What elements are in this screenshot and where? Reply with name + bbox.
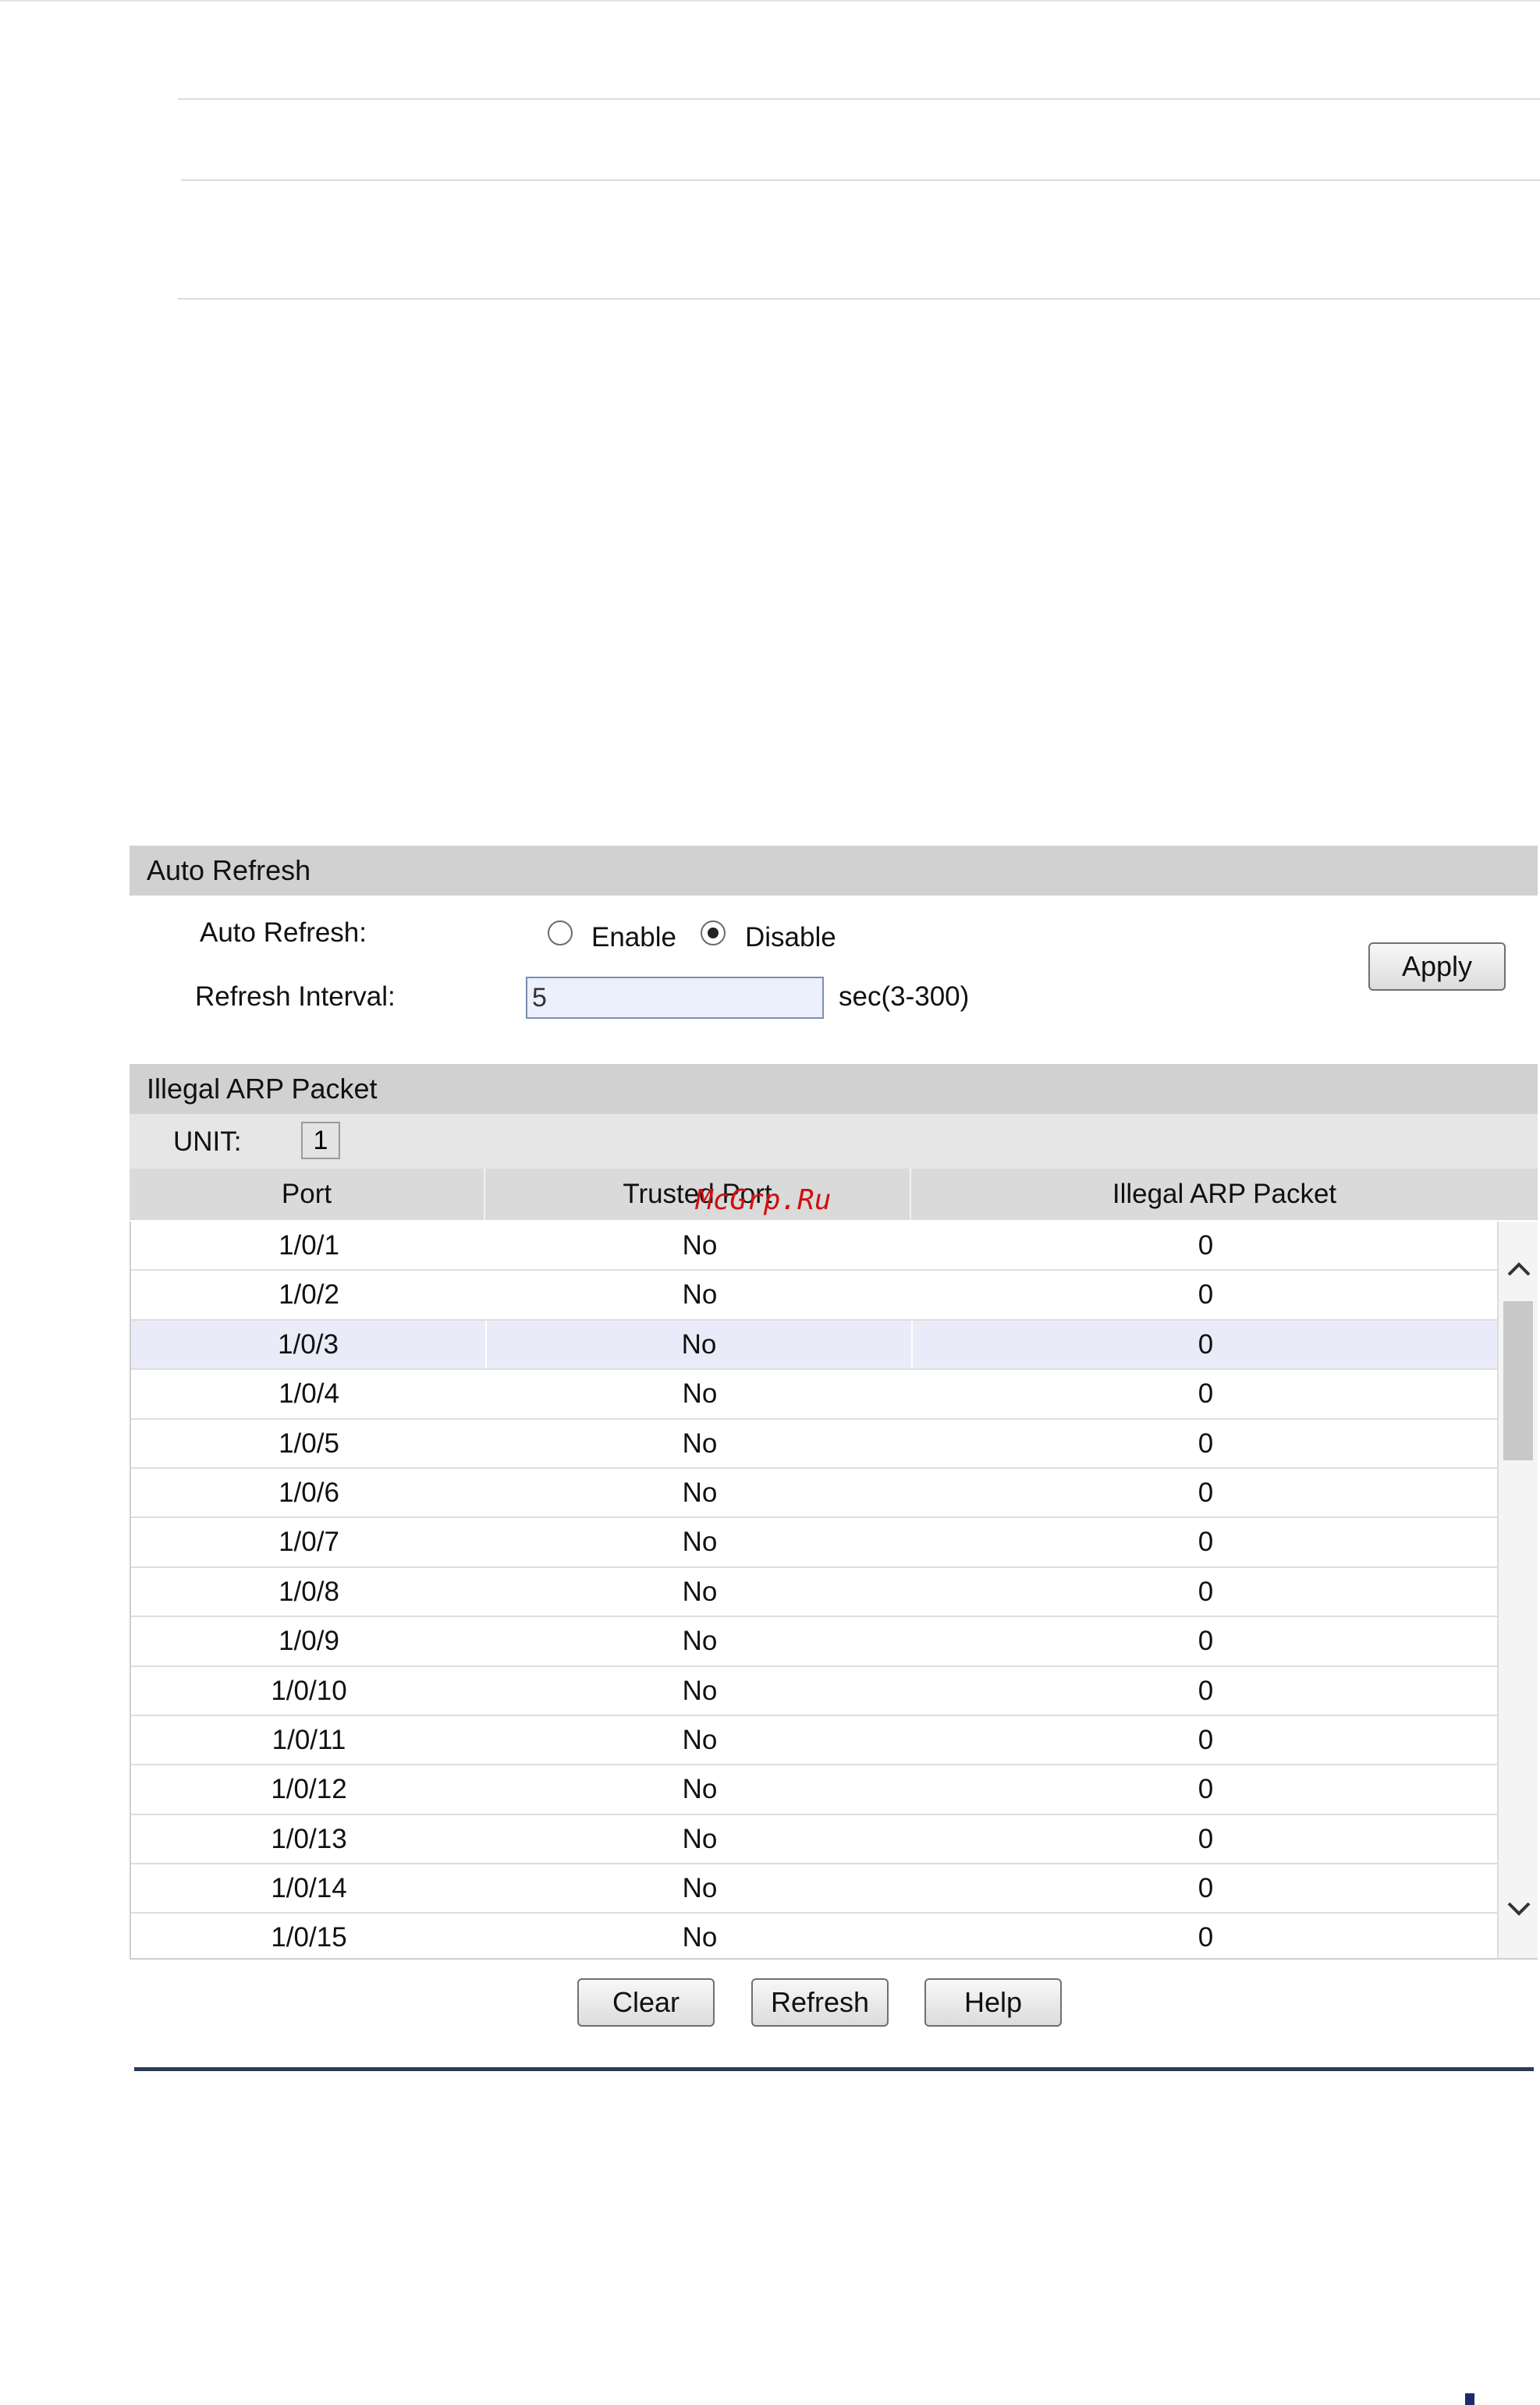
cell-illegal-arp-packet: 0 (1198, 1279, 1214, 1311)
cell-illegal-arp-packet: 0 (1198, 1328, 1214, 1360)
cell-illegal-arp-packet: 0 (1198, 1675, 1214, 1706)
cell-port: 1/0/13 (271, 1823, 347, 1854)
chevron-down-icon[interactable] (1505, 1894, 1533, 1922)
column-header-port[interactable]: Port (130, 1169, 485, 1220)
cell-port: 1/0/7 (279, 1527, 339, 1558)
refresh-interval-hint: sec(3-300) (839, 981, 970, 1012)
apply-button[interactable]: Apply (1368, 942, 1506, 991)
cell-illegal-arp-packet: 0 (1198, 1477, 1214, 1508)
enable-radio[interactable] (548, 920, 573, 945)
table-row[interactable]: 1/0/12 No 0 (131, 1765, 1538, 1815)
cell-port: 1/0/11 (271, 1724, 346, 1755)
cell-port: 1/0/15 (271, 1922, 347, 1953)
table-scrollbar[interactable] (1497, 1222, 1538, 1958)
cell-trusted-port: No (682, 1873, 718, 1904)
table-row[interactable]: 1/0/3 No 0 (131, 1320, 1538, 1371)
table-row[interactable]: 1/0/9 No 0 (131, 1617, 1538, 1667)
cell-trusted-port: No (682, 1527, 718, 1558)
illegal-arp-section-header: Illegal ARP Packet (130, 1064, 1538, 1114)
table-row[interactable]: 1/0/15 No 0 (131, 1914, 1538, 1958)
cell-illegal-arp-packet: 0 (1198, 1576, 1214, 1607)
scrollbar-thumb[interactable] (1503, 1301, 1533, 1460)
disable-radio-label[interactable]: Disable (745, 922, 836, 953)
cell-illegal-arp-packet: 0 (1198, 1774, 1214, 1805)
cell-trusted-port: No (682, 1576, 718, 1607)
divider-line-2 (181, 179, 1540, 181)
table-row[interactable]: 1/0/1 No 0 (131, 1222, 1538, 1272)
refresh-interval-label: Refresh Interval: (195, 981, 396, 1012)
footer-rule (134, 2067, 1534, 2071)
cell-illegal-arp-packet: 0 (1198, 1922, 1214, 1953)
enable-radio-label[interactable]: Enable (591, 922, 676, 953)
cell-port: 1/0/12 (271, 1774, 347, 1805)
table-row[interactable]: 1/0/6 No 0 (131, 1468, 1538, 1519)
cell-illegal-arp-packet: 0 (1198, 1873, 1214, 1904)
watermark-text: McGrp.Ru (696, 1184, 832, 1216)
divider-line-3 (178, 298, 1540, 300)
cell-trusted-port: No (682, 1823, 718, 1854)
cell-illegal-arp-packet: 0 (1198, 1428, 1214, 1459)
cell-port: 1/0/10 (271, 1675, 347, 1706)
cell-trusted-port: No (682, 1774, 718, 1805)
auto-refresh-label: Auto Refresh: (200, 917, 367, 948)
cell-trusted-port: No (682, 1279, 718, 1311)
auto-refresh-section-header: Auto Refresh (130, 846, 1538, 896)
cell-trusted-port: No (682, 1428, 718, 1459)
chevron-up-icon[interactable] (1505, 1256, 1533, 1284)
unit-label: UNIT: (173, 1126, 242, 1157)
disable-radio[interactable] (701, 920, 726, 945)
corner-mark (1465, 2393, 1474, 2405)
cell-trusted-port: No (682, 1922, 718, 1953)
table-row[interactable]: 1/0/10 No 0 (131, 1666, 1538, 1716)
cell-trusted-port: No (682, 1378, 718, 1410)
refresh-button[interactable]: Refresh (751, 1978, 889, 2027)
unit-selector[interactable]: 1 (301, 1122, 340, 1159)
cell-trusted-port: No (682, 1230, 718, 1261)
cell-port: 1/0/6 (279, 1477, 339, 1508)
top-border-line (0, 0, 1540, 2)
cell-trusted-port: No (682, 1724, 718, 1755)
cell-illegal-arp-packet: 0 (1198, 1527, 1214, 1558)
cell-port: 1/0/9 (279, 1626, 339, 1657)
divider-line-1 (178, 98, 1540, 100)
cell-illegal-arp-packet: 0 (1198, 1724, 1214, 1755)
table-header-row: Port Trusted Port Illegal ARP Packet (130, 1169, 1538, 1220)
table-row[interactable]: 1/0/13 No 0 (131, 1814, 1538, 1865)
table-row[interactable]: 1/0/4 No 0 (131, 1370, 1538, 1420)
illegal-arp-table: 1/0/1 No 0 1/0/2 No 0 1/0/3 No 0 1/0/4 No 0 1/0/5 No 0… (130, 1222, 1538, 1960)
table-row[interactable]: 1/0/14 No 0 (131, 1864, 1538, 1914)
table-row[interactable]: 1/0/2 No 0 (131, 1271, 1538, 1321)
cell-trusted-port: No (487, 1320, 913, 1369)
cell-illegal-arp-packet: 0 (1198, 1626, 1214, 1657)
table-row[interactable]: 1/0/5 No 0 (131, 1419, 1538, 1469)
cell-port: 1/0/3 (131, 1320, 487, 1369)
unit-bar (130, 1114, 1538, 1169)
table-row[interactable]: 1/0/8 No 0 (131, 1567, 1538, 1618)
cell-port: 1/0/5 (279, 1428, 339, 1459)
cell-illegal-arp-packet: 0 (1198, 1378, 1214, 1410)
cell-illegal-arp-packet: 0 (1198, 1230, 1214, 1261)
help-button[interactable]: Help (924, 1978, 1062, 2027)
clear-button[interactable]: Clear (577, 1978, 715, 2027)
cell-trusted-port: No (682, 1626, 718, 1657)
auto-refresh-section-title: Auto Refresh (147, 854, 311, 886)
illegal-arp-section-title: Illegal ARP Packet (147, 1073, 378, 1105)
cell-trusted-port: No (682, 1477, 718, 1508)
refresh-interval-input[interactable] (526, 977, 824, 1019)
table-row[interactable]: 1/0/7 No 0 (131, 1518, 1538, 1568)
cell-port: 1/0/4 (279, 1378, 339, 1410)
cell-illegal-arp-packet: 0 (1198, 1823, 1214, 1854)
table-row[interactable]: 1/0/11 No 0 (131, 1715, 1538, 1766)
cell-port: 1/0/1 (279, 1230, 339, 1261)
column-header-illegal-arp-packet[interactable]: Illegal ARP Packet (911, 1169, 1538, 1220)
cell-trusted-port: No (682, 1675, 718, 1706)
cell-port: 1/0/14 (271, 1873, 347, 1904)
cell-port: 1/0/8 (279, 1576, 339, 1607)
cell-port: 1/0/2 (279, 1279, 339, 1311)
